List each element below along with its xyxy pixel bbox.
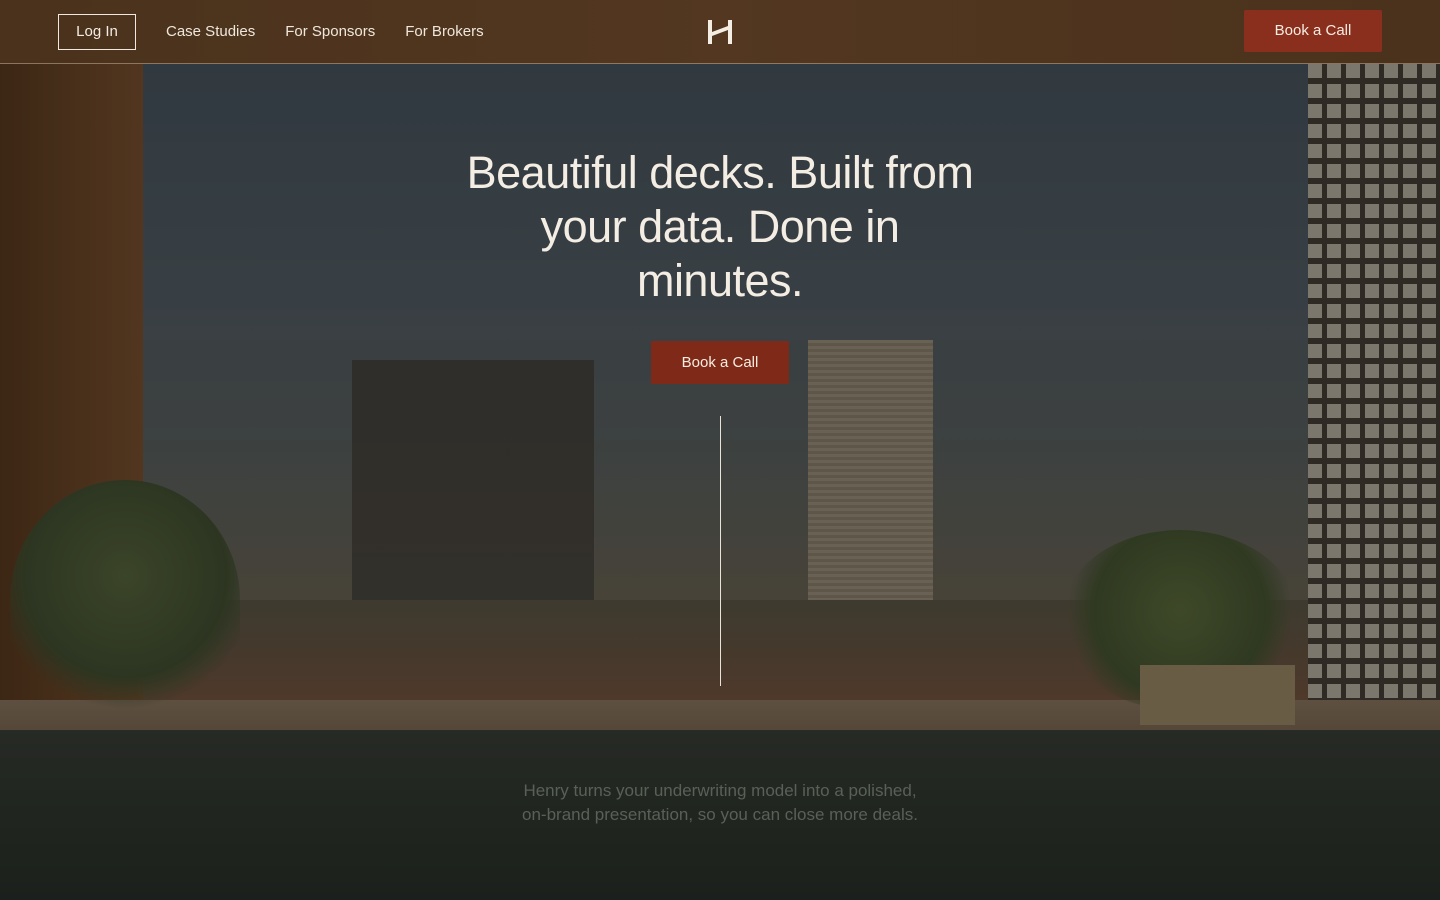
nav-link-for-brokers[interactable]: For Brokers — [405, 22, 483, 42]
login-button[interactable]: Log In — [58, 14, 136, 50]
nav-link-case-studies[interactable]: Case Studies — [166, 22, 255, 42]
top-nav: Log In Case Studies For Sponsors For Bro… — [0, 0, 1440, 64]
landing-page: Log In Case Studies For Sponsors For Bro… — [0, 0, 1440, 900]
nav-links: Case Studies For Sponsors For Brokers — [166, 22, 484, 42]
scroll-indicator-line — [720, 416, 721, 686]
nav-link-for-sponsors[interactable]: For Sponsors — [285, 22, 375, 42]
book-call-hero-button[interactable]: Book a Call — [651, 341, 789, 384]
hero-title: Beautiful decks. Built from your data. D… — [466, 147, 974, 306]
book-call-nav-button[interactable]: Book a Call — [1244, 10, 1382, 52]
h-monogram-logo-icon[interactable] — [707, 19, 733, 45]
hero-subtitle: Henry turns your underwriting model into… — [522, 781, 918, 824]
